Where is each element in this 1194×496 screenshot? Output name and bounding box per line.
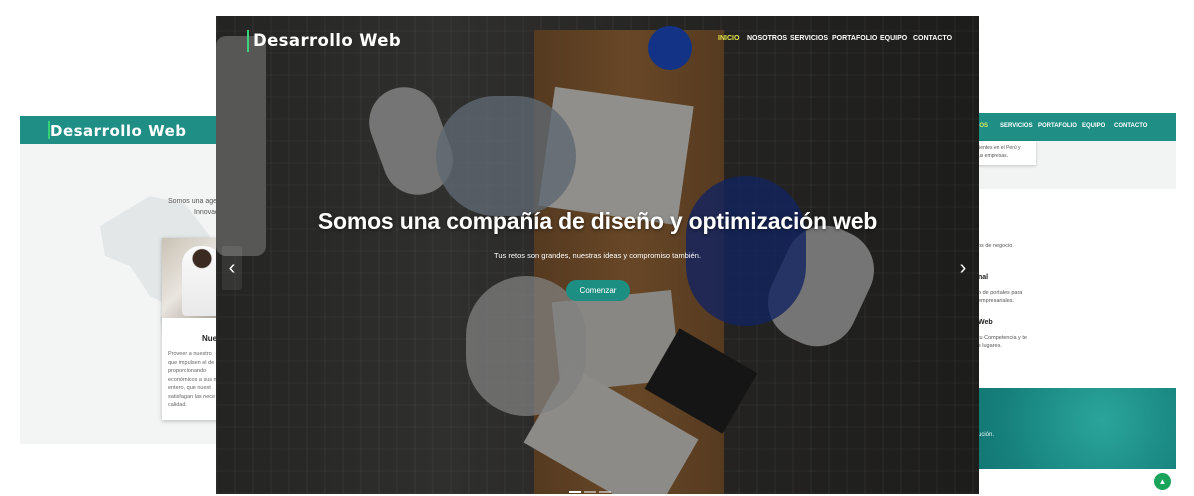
chevron-left-icon: ‹ [228,257,236,279]
banner-text: ución. [978,432,995,438]
nav-item-equipo[interactable]: EQUIPO [880,35,907,42]
service-heading: nal [978,274,989,281]
next-slide-button[interactable]: › [953,246,973,290]
nav-item[interactable]: CONTACTO [1114,123,1147,129]
hero-title: Somos una compañía de diseño y optimizac… [317,208,878,234]
brand-accent-bar [247,30,249,52]
service-text: os de negocio. [978,243,1014,249]
nav-item-portafolio[interactable]: PORTAFOLIO [832,35,877,42]
nav-item[interactable]: EQUIPO [1082,123,1105,129]
scroll-top-button[interactable]: ▲ [1154,473,1171,490]
hero-subtitle: Tus retos son grandes, nuestras ideas y … [494,251,701,260]
slide-indicator[interactable] [599,491,611,493]
service-line: empresariales. [978,298,1015,304]
main-navbar: Desarrollo Web INICIO NOSOTROS SERVICIOS… [216,16,979,68]
service-line: s lugares. [978,343,1002,349]
service-heading: Web [978,319,993,326]
cta-button[interactable]: Comenzar [566,280,630,301]
prev-slide-button[interactable]: ‹ [222,246,242,290]
nav-item[interactable]: SERVICIOS [1000,123,1033,129]
slide-indicators [569,480,627,493]
chip-line: us empresas. [978,153,1009,159]
service-line: tu Competencia y te [978,335,1027,341]
brand-logo[interactable]: Desarrollo Web [253,31,401,50]
nav-item-contacto[interactable]: CONTACTO [913,35,952,42]
service-text: o de portales para empresariales. [978,289,1022,305]
service-text: tu Competencia y te s lugares. [978,334,1027,350]
mockup-stage: Desarrollo Web Somos una agen Innovac Nu… [0,0,1194,496]
chevron-right-icon: › [959,257,967,279]
service-line: o de portales para [978,290,1023,296]
hero-slider: Desarrollo Web INICIO NOSOTROS SERVICIOS… [216,16,979,494]
chip-line: lientes en el Perú y [978,145,1021,151]
left-brand: Desarrollo Web [50,122,187,140]
slide-indicator[interactable] [569,491,581,493]
chevron-up-icon: ▲ [1158,477,1167,486]
card-title: Nue [202,334,218,343]
nav-item-inicio[interactable]: INICIO [718,35,739,42]
nav-item-nosotros[interactable]: NOSOTROS [747,35,787,42]
nav-item[interactable]: PORTAFOLIO [1038,123,1077,129]
slide-indicator[interactable] [584,491,596,493]
nav-item-servicios[interactable]: SERVICIOS [790,35,828,42]
